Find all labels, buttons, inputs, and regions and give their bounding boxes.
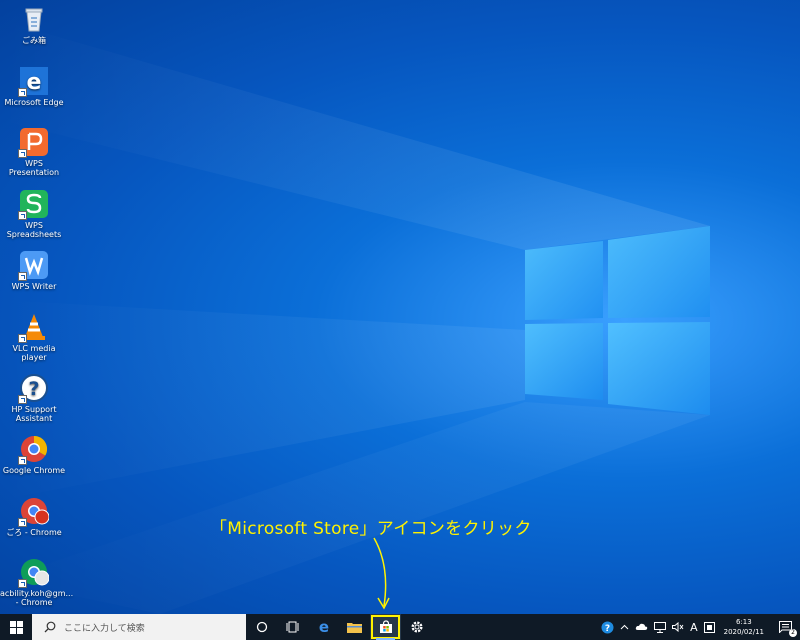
tray-network[interactable] bbox=[651, 614, 669, 640]
shortcut-arrow-icon bbox=[18, 211, 27, 220]
taskbar-settings-button[interactable] bbox=[401, 614, 432, 640]
svg-text:e: e bbox=[318, 620, 328, 634]
taskbar: ここに入力して検索 e ? A 6:13 2020/02/11 2 bbox=[0, 614, 800, 640]
shortcut-arrow-icon bbox=[18, 88, 27, 97]
desktop-icon-wps-presentation[interactable]: WPS Presentation bbox=[0, 127, 68, 177]
tray-volume[interactable] bbox=[669, 614, 687, 640]
system-tray: ? A 6:13 2020/02/11 2 bbox=[598, 614, 800, 640]
desktop-icon-wps-spreadsheets[interactable]: WPS Spreadsheets bbox=[0, 189, 68, 239]
desktop-icon-label: VLC media player bbox=[12, 344, 56, 362]
microsoft-store-icon bbox=[379, 620, 392, 633]
chrome-profile-icon bbox=[18, 496, 49, 527]
wps-writer-icon bbox=[18, 250, 49, 281]
shortcut-arrow-icon bbox=[18, 395, 27, 404]
svg-text:?: ? bbox=[28, 378, 39, 400]
vlc-icon bbox=[18, 312, 49, 343]
chrome-profile-icon bbox=[18, 557, 49, 588]
shortcut-arrow-icon bbox=[18, 149, 27, 158]
svg-text:e: e bbox=[27, 70, 42, 95]
volume-muted-icon bbox=[672, 622, 684, 632]
help-icon: ? bbox=[601, 621, 614, 634]
shortcut-arrow-icon bbox=[18, 334, 27, 343]
svg-text:?: ? bbox=[605, 624, 610, 634]
tray-hp-support[interactable]: ? bbox=[598, 614, 617, 640]
taskbar-microsoft-store-button[interactable] bbox=[370, 614, 401, 640]
tray-ime-indicator[interactable]: A bbox=[687, 614, 701, 640]
search-icon bbox=[44, 621, 56, 633]
tray-onedrive[interactable] bbox=[632, 614, 651, 640]
desktop-icon-chrome-profile[interactable]: ごろ - Chrome bbox=[0, 496, 68, 537]
windows-icon bbox=[9, 620, 23, 634]
tray-show-hidden-button[interactable] bbox=[617, 614, 632, 640]
settings-icon bbox=[410, 621, 423, 633]
hp-support-icon: ? bbox=[18, 373, 49, 404]
desktop-icon-label: HP Support Assistant bbox=[11, 405, 57, 423]
desktop-icon-recycle-bin[interactable]: ごみ箱 bbox=[0, 4, 68, 45]
taskbar-clock[interactable]: 6:13 2020/02/11 bbox=[718, 617, 770, 637]
desktop-icon-wps-writer[interactable]: WPS Writer bbox=[0, 250, 68, 291]
cortana-icon bbox=[256, 621, 267, 633]
desktop-icon-label: WPS Writer bbox=[11, 282, 57, 291]
desktop-icon-label: ごろ - Chrome bbox=[6, 528, 62, 537]
chrome-icon bbox=[18, 434, 49, 465]
edge-icon: e bbox=[18, 66, 49, 97]
shortcut-arrow-icon bbox=[18, 456, 27, 465]
notification-count-badge: 2 bbox=[789, 629, 797, 637]
file-explorer-icon bbox=[347, 623, 362, 633]
search-placeholder: ここに入力して検索 bbox=[64, 623, 145, 634]
action-center-button[interactable]: 2 bbox=[770, 614, 800, 640]
desktop-icon-hp-support[interactable]: ? HP Support Assistant bbox=[0, 373, 68, 423]
clock-date: 2020/02/11 bbox=[723, 628, 764, 636]
shortcut-arrow-icon bbox=[18, 518, 27, 527]
network-icon bbox=[654, 621, 667, 633]
desktop-icon-chrome-profile[interactable]: acbility.koh@gm... - Chrome bbox=[0, 557, 74, 607]
desktop-icon-label: Microsoft Edge bbox=[4, 98, 64, 107]
desktop-icon-label: ごみ箱 bbox=[22, 36, 46, 45]
taskbar-file-explorer-button[interactable] bbox=[339, 614, 370, 640]
cortana-button[interactable] bbox=[246, 614, 277, 640]
annotation-arrow-icon bbox=[373, 537, 390, 610]
shortcut-arrow-icon bbox=[18, 272, 27, 281]
desktop-icon-label: acbility.koh@gm... - Chrome bbox=[0, 589, 74, 607]
wps-spreadsheets-icon bbox=[18, 189, 49, 220]
edge-icon: e bbox=[318, 620, 328, 634]
desktop-icon-label: WPS Spreadsheets bbox=[6, 221, 62, 239]
start-button[interactable] bbox=[0, 614, 32, 640]
desktop-icon-google-chrome[interactable]: Google Chrome bbox=[0, 434, 68, 475]
wps-presentation-icon bbox=[18, 127, 49, 158]
shortcut-arrow-icon bbox=[18, 579, 27, 588]
taskbar-search-box[interactable]: ここに入力して検索 bbox=[32, 614, 246, 640]
taskbar-edge-button[interactable]: e bbox=[308, 614, 339, 640]
task-view-button[interactable] bbox=[277, 614, 308, 640]
recycle-bin-icon bbox=[19, 4, 49, 34]
desktop-icon-edge[interactable]: e Microsoft Edge bbox=[0, 66, 68, 107]
clock-time: 6:13 bbox=[735, 618, 752, 626]
cloud-icon bbox=[635, 623, 648, 630]
desktop-icon-label: WPS Presentation bbox=[8, 159, 60, 177]
desktop-icon-vlc[interactable]: VLC media player bbox=[0, 312, 68, 362]
task-view-icon bbox=[286, 621, 298, 633]
chevron-up-icon bbox=[620, 624, 629, 630]
desktop-icon-label: Google Chrome bbox=[2, 466, 66, 475]
tray-ime-pad[interactable] bbox=[701, 614, 718, 640]
ime-pad-icon bbox=[703, 621, 715, 633]
windows-logo-pane bbox=[525, 226, 710, 415]
